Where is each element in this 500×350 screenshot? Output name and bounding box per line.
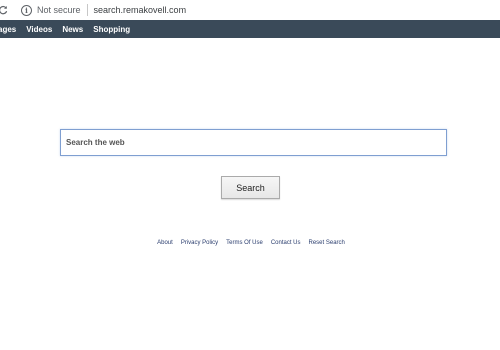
nav-item-news[interactable]: News bbox=[62, 25, 83, 34]
search-button[interactable]: Search bbox=[221, 176, 280, 199]
info-icon[interactable]: i bbox=[21, 4, 32, 16]
page: i Not secure search.remakovell.com ages … bbox=[0, 0, 500, 350]
footer-link-contact-us[interactable]: Contact Us bbox=[271, 240, 301, 246]
search-input[interactable] bbox=[60, 129, 447, 156]
footer-link-reset-search[interactable]: Reset Search bbox=[309, 240, 345, 246]
address-bar: i Not secure search.remakovell.com bbox=[0, 0, 500, 21]
nav-item-images[interactable]: ages bbox=[0, 25, 16, 34]
address-separator bbox=[86, 4, 88, 16]
reload-icon[interactable] bbox=[0, 4, 9, 16]
footer-links: About Privacy Policy Terms Of Use Contac… bbox=[0, 237, 500, 249]
nav-item-shopping[interactable]: Shopping bbox=[93, 25, 130, 34]
security-status-label[interactable]: Not secure bbox=[37, 5, 81, 15]
footer-link-privacy-policy[interactable]: Privacy Policy bbox=[181, 240, 218, 246]
footer-link-about[interactable]: About bbox=[157, 240, 173, 246]
footer-link-terms-of-use[interactable]: Terms Of Use bbox=[226, 240, 263, 246]
nav-bar: ages Videos News Shopping bbox=[0, 20, 500, 38]
nav-item-videos[interactable]: Videos bbox=[26, 25, 52, 34]
url-text[interactable]: search.remakovell.com bbox=[94, 5, 187, 15]
